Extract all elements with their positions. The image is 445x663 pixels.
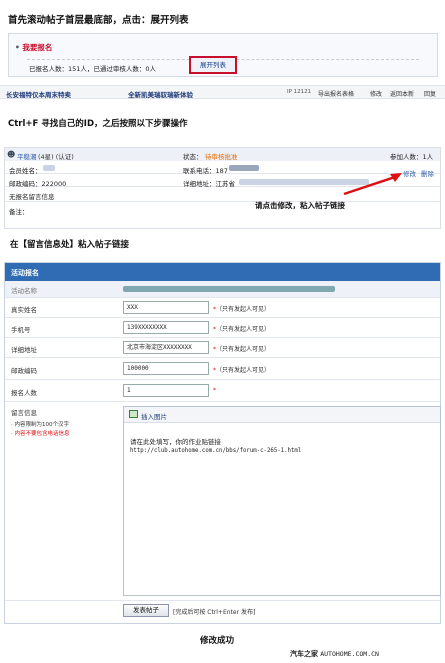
- address-label: 详细地址: [11, 346, 37, 354]
- zip-label: 邮政编码: [11, 367, 37, 375]
- edit-annotation: 请点击修改，粘入帖子链接: [255, 201, 345, 210]
- message-rule-1: · 内容限制为100个汉字: [11, 422, 69, 428]
- image-icon[interactable]: [129, 410, 138, 418]
- signup-heading[interactable]: • 我要报名: [15, 42, 52, 53]
- ad-link-left[interactable]: 长安福特仅本周末特卖: [6, 89, 71, 99]
- export-link[interactable]: 导出报名表格: [318, 89, 354, 98]
- delete-link[interactable]: 删除: [421, 168, 434, 178]
- note-label: 备注：: [9, 208, 29, 216]
- applicant-meta: (4星) (认证): [38, 153, 74, 161]
- signup-form: 活动报名 活动名称 真实姓名 XXX *（只有发起人可见） 手机号 139XXX…: [4, 262, 441, 624]
- phone-redacted: [229, 165, 259, 171]
- no-message-text: 无报名留言信息: [9, 193, 55, 201]
- real-name-input[interactable]: XXX: [123, 301, 209, 314]
- activity-name-redacted: [123, 286, 335, 292]
- annotation-arrow-icon: [343, 173, 402, 196]
- address-hint: *（只有发起人可见）: [213, 346, 271, 353]
- form-header-title: 活动报名: [11, 269, 39, 277]
- real-name-hint: *（只有发起人可见）: [213, 306, 271, 313]
- message-editor[interactable]: 插入图片 请在此处填写，你的作业贴链接 http://club.autohome…: [123, 406, 441, 596]
- topic-bar: 长安福特仅本周末特卖 全新凯美瑞驭瑞新体验 IP 12121 导出报名表格 修改…: [0, 85, 445, 99]
- edit-topic-link[interactable]: 修改: [370, 89, 382, 98]
- back-link[interactable]: 返回本新: [390, 89, 414, 98]
- phone-label: 联系电话：187: [183, 167, 228, 175]
- message-line-2: http://club.autohome.com.cn/bbs/forum-c-…: [130, 448, 302, 454]
- real-name-label: 真实姓名: [11, 306, 37, 314]
- message-label: 留言信息: [11, 409, 37, 417]
- status-badge: 待审核批准: [205, 153, 238, 161]
- address-input[interactable]: 北京市海淀区XXXXXXXX: [123, 341, 209, 354]
- signup-stats: 已报名人数：151人，已通过审核人数：0人: [29, 65, 157, 73]
- phone-input[interactable]: 139XXXXXXXX: [123, 321, 209, 334]
- status-label: 状态：: [183, 153, 203, 161]
- watermark-cn: 汽车之家: [290, 650, 318, 658]
- signup-panel: • 我要报名 已报名人数：151人，已通过审核人数：0人 展开列表: [8, 33, 438, 77]
- applicant-name[interactable]: 平稳潮: [17, 151, 37, 161]
- zip-label: 邮政编码：222000: [9, 180, 67, 188]
- expand-list-button[interactable]: 展开列表: [189, 56, 237, 74]
- phone-hint: *（只有发起人可见）: [213, 326, 271, 333]
- message-rule-2: · 内容不要包含电话信息: [11, 431, 70, 437]
- step3-title: 在【留言信息处】粘入帖子链接: [10, 240, 130, 250]
- user-icon: ☻: [7, 150, 16, 159]
- count-input[interactable]: 1: [123, 384, 209, 397]
- ad-link-mid[interactable]: 全新凯美瑞驭瑞新体验: [128, 89, 193, 99]
- watermark-en: AUTOHOME.COM.CN: [320, 650, 379, 658]
- insert-image-button[interactable]: 插入图片: [141, 411, 167, 421]
- count-required: *: [213, 387, 216, 394]
- activity-label: 活动名称: [11, 287, 37, 295]
- bullet-icon: •: [15, 43, 20, 52]
- submit-button[interactable]: 发表帖子: [123, 604, 169, 617]
- member-name-redacted: [43, 165, 55, 171]
- step2-title: Ctrl+F 寻找自己的ID，之后按照以下步骤操作: [8, 119, 188, 129]
- reply-link[interactable]: 回复: [424, 89, 436, 98]
- submit-button-label: 发表帖子: [133, 606, 159, 614]
- watermark: 汽车之家 AUTOHOME.COM.CN: [290, 649, 379, 659]
- success-text: 修改成功: [200, 636, 235, 646]
- step1-title: 首先滚动帖子首层最底部，点击：展开列表: [8, 15, 189, 26]
- editor-toolbar: 插入图片: [124, 407, 440, 423]
- participant-count: 参加人数：1人: [390, 153, 434, 161]
- expand-list-label: 展开列表: [200, 61, 226, 69]
- phone-label: 手机号: [11, 326, 31, 334]
- count-label: 报名人数: [11, 389, 37, 397]
- zip-input[interactable]: 100000: [123, 362, 209, 375]
- sign-up-link[interactable]: 我要报名: [22, 43, 52, 52]
- member-name-label: 会员姓名：: [9, 167, 42, 175]
- form-header: 活动报名: [5, 263, 440, 281]
- zip-hint: *（只有发起人可见）: [213, 367, 271, 374]
- ip-text: IP 12121: [287, 89, 312, 95]
- submit-hint: [完成后可按 Ctrl+Enter 发布]: [173, 609, 256, 616]
- message-line-1: 请在此处填写，你的作业贴链接: [130, 438, 221, 446]
- address-label: 详细地址：江苏省: [183, 180, 235, 188]
